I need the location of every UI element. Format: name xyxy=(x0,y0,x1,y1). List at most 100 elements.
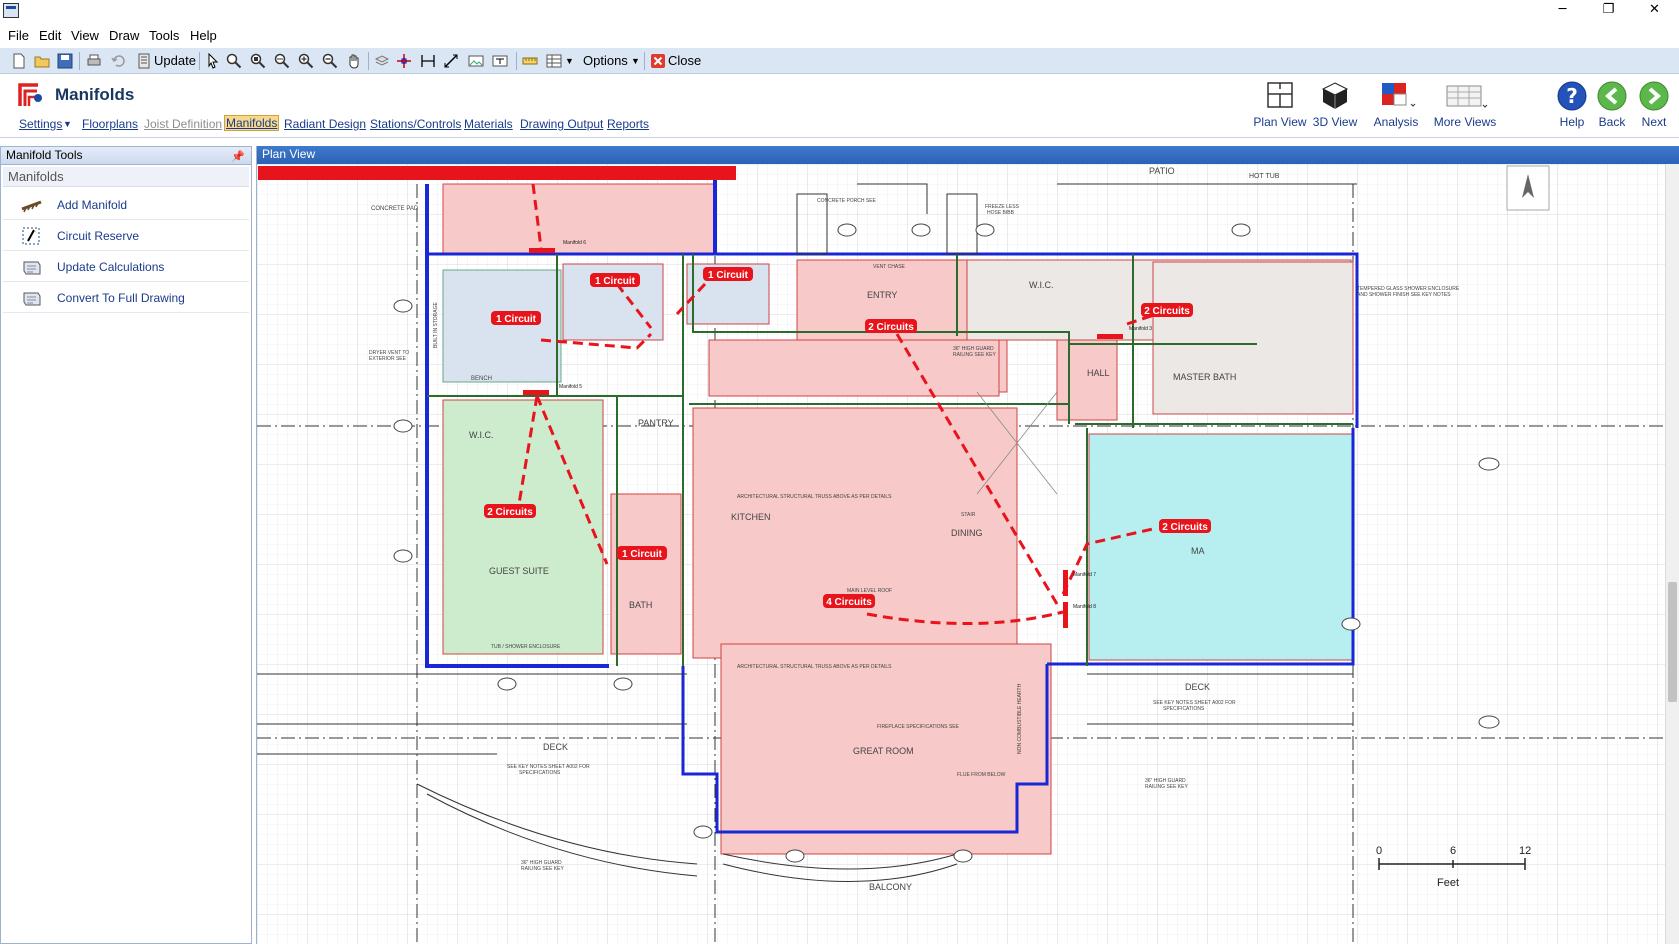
help-icon: ? xyxy=(1557,81,1587,111)
zoom-in-icon[interactable] xyxy=(298,53,314,69)
zoom-window-icon[interactable] xyxy=(226,53,242,69)
more-views-button[interactable]: More Views xyxy=(1430,80,1500,129)
plan-view-button[interactable]: Plan View xyxy=(1252,80,1308,129)
pan-hand-icon[interactable] xyxy=(346,53,362,69)
manifold-label: Manifold 8 xyxy=(1073,604,1096,610)
update-button[interactable]: Update xyxy=(154,53,196,68)
nav-stations-controls[interactable]: Stations/Controls xyxy=(370,117,461,131)
nav-manifolds[interactable]: Manifolds xyxy=(224,115,280,131)
dimension-icon[interactable] xyxy=(420,53,436,69)
menu-help[interactable]: Help xyxy=(190,28,217,43)
nav-reports[interactable]: Reports xyxy=(607,117,649,131)
nav-materials[interactable]: Materials xyxy=(464,117,513,131)
circuit-badge[interactable]: 2 Circuits xyxy=(868,322,914,333)
new-file-icon[interactable] xyxy=(11,53,27,69)
nav-floorplans[interactable]: Floorplans xyxy=(82,117,138,131)
plan-view-pane: Plan View 1 Circuit 1 Circuit 1 Circuit … xyxy=(256,146,1679,944)
circuit-badge[interactable]: 1 Circuit xyxy=(622,549,663,560)
close-button[interactable]: Close xyxy=(668,53,701,68)
app-icon[interactable] xyxy=(3,3,19,18)
nav-radiant-design[interactable]: Radiant Design xyxy=(284,117,366,131)
update-icon xyxy=(138,53,150,69)
grid-dropdown-arrow-icon[interactable]: ▼ xyxy=(565,56,574,66)
zoom-extents-icon[interactable] xyxy=(250,53,266,69)
3d-cube-icon xyxy=(1321,82,1349,109)
room-label: W.I.C. xyxy=(469,430,494,440)
text-box-icon[interactable] xyxy=(492,53,508,69)
north-arrow-icon xyxy=(1506,165,1550,211)
close-window-button[interactable]: ✕ xyxy=(1632,0,1677,22)
circuit-badge[interactable]: 2 Circuits xyxy=(1144,306,1190,317)
settings-dropdown-arrow-icon[interactable]: ▼ xyxy=(63,119,72,129)
room-label: BALCONY xyxy=(869,882,912,892)
image-icon[interactable] xyxy=(468,53,484,69)
nav-settings[interactable]: Settings xyxy=(19,117,62,131)
open-folder-icon[interactable] xyxy=(34,53,50,69)
convert-to-full-drawing-tool[interactable]: Convert To Full Drawing xyxy=(3,283,249,313)
select-pointer-icon[interactable] xyxy=(205,53,221,69)
panel-group-manifolds: Manifolds xyxy=(3,167,249,187)
next-button[interactable]: Next xyxy=(1637,80,1671,129)
note: FIREPLACE SPECIFICATIONS SEE xyxy=(877,724,960,730)
add-manifold-tool[interactable]: Add Manifold xyxy=(3,190,249,220)
back-button[interactable]: Back xyxy=(1595,80,1629,129)
menu-edit[interactable]: Edit xyxy=(39,28,61,43)
scrollbar-thumb[interactable] xyxy=(1668,582,1677,702)
grid-view-icon[interactable] xyxy=(546,53,562,69)
room-label: W.I.C. xyxy=(1029,280,1054,290)
minimize-button[interactable]: ─ xyxy=(1540,0,1585,22)
circuit-badge[interactable]: 1 Circuit xyxy=(496,314,537,325)
zoom-out-icon[interactable] xyxy=(322,53,338,69)
note: ARCHITECTURAL STRUCTURAL TRUSS ABOVE AS … xyxy=(737,664,892,670)
note: AND SHOWER FINISH SEE KEY NOTES xyxy=(1357,292,1451,298)
menu-bar: File Edit View Draw Tools Help xyxy=(0,26,1679,46)
pin-icon[interactable]: 📌 xyxy=(231,149,245,166)
undo-icon[interactable] xyxy=(110,53,126,69)
menu-draw[interactable]: Draw xyxy=(109,28,139,43)
circuit-badge[interactable]: 2 Circuits xyxy=(487,507,533,518)
update-calculations-tool[interactable]: Update Calculations xyxy=(3,252,249,282)
analysis-icon xyxy=(1382,83,1416,107)
room-label: BENCH xyxy=(471,376,492,382)
update-calculations-icon xyxy=(23,261,41,275)
print-icon[interactable] xyxy=(86,53,102,69)
room-label: KITCHEN xyxy=(731,512,771,522)
circuit-badge[interactable]: 1 Circuit xyxy=(595,276,636,287)
circuit-badge[interactable]: 2 Circuits xyxy=(1162,522,1208,533)
vertical-scrollbar[interactable] xyxy=(1665,164,1679,944)
room-label: GUEST SUITE xyxy=(489,566,549,576)
layers-icon[interactable] xyxy=(374,53,390,69)
room-label: DECK xyxy=(543,742,568,752)
3d-view-button[interactable]: 3D View xyxy=(1310,80,1360,129)
manifold-label: Manifold 3 xyxy=(1129,326,1152,332)
circuit-badge[interactable]: 4 Circuits xyxy=(826,597,872,608)
convert-drawing-icon xyxy=(23,292,41,306)
back-arrow-icon xyxy=(1597,81,1627,111)
ruler-icon[interactable] xyxy=(522,53,538,69)
save-icon[interactable] xyxy=(57,53,73,69)
options-dropdown[interactable]: Options xyxy=(583,53,628,68)
room-label: PANTRY xyxy=(638,418,674,428)
room-label: MA xyxy=(1191,546,1205,556)
menu-tools[interactable]: Tools xyxy=(149,28,179,43)
scale-tick-0: 0 xyxy=(1376,845,1382,857)
room-label: PATIO xyxy=(1149,166,1175,176)
help-button[interactable]: ? Help xyxy=(1555,80,1589,129)
menu-view[interactable]: View xyxy=(71,28,99,43)
note: RAILING SEE KEY xyxy=(521,866,564,872)
snap-crosshair-icon[interactable] xyxy=(396,53,412,69)
room-label: ENTRY xyxy=(867,290,897,300)
analysis-button[interactable]: Analysis xyxy=(1368,80,1424,129)
circuit-reserve-icon xyxy=(22,227,40,245)
menu-file[interactable]: File xyxy=(8,28,29,43)
plan-view-canvas[interactable]: 1 Circuit 1 Circuit 1 Circuit 2 Circuits… xyxy=(257,164,1679,944)
measure-icon[interactable] xyxy=(443,53,459,69)
room-label: DINING xyxy=(951,528,983,538)
zoom-all-icon[interactable] xyxy=(274,53,290,69)
circuit-badge[interactable]: 1 Circuit xyxy=(708,270,749,281)
circuit-reserve-tool[interactable]: Circuit Reserve xyxy=(3,221,249,251)
restore-button[interactable]: ❐ xyxy=(1586,0,1631,22)
nav-drawing-output[interactable]: Drawing Output xyxy=(520,117,603,131)
floorplan-drawing: 1 Circuit 1 Circuit 1 Circuit 2 Circuits… xyxy=(257,164,1666,944)
options-dropdown-arrow-icon[interactable]: ▼ xyxy=(631,56,640,66)
